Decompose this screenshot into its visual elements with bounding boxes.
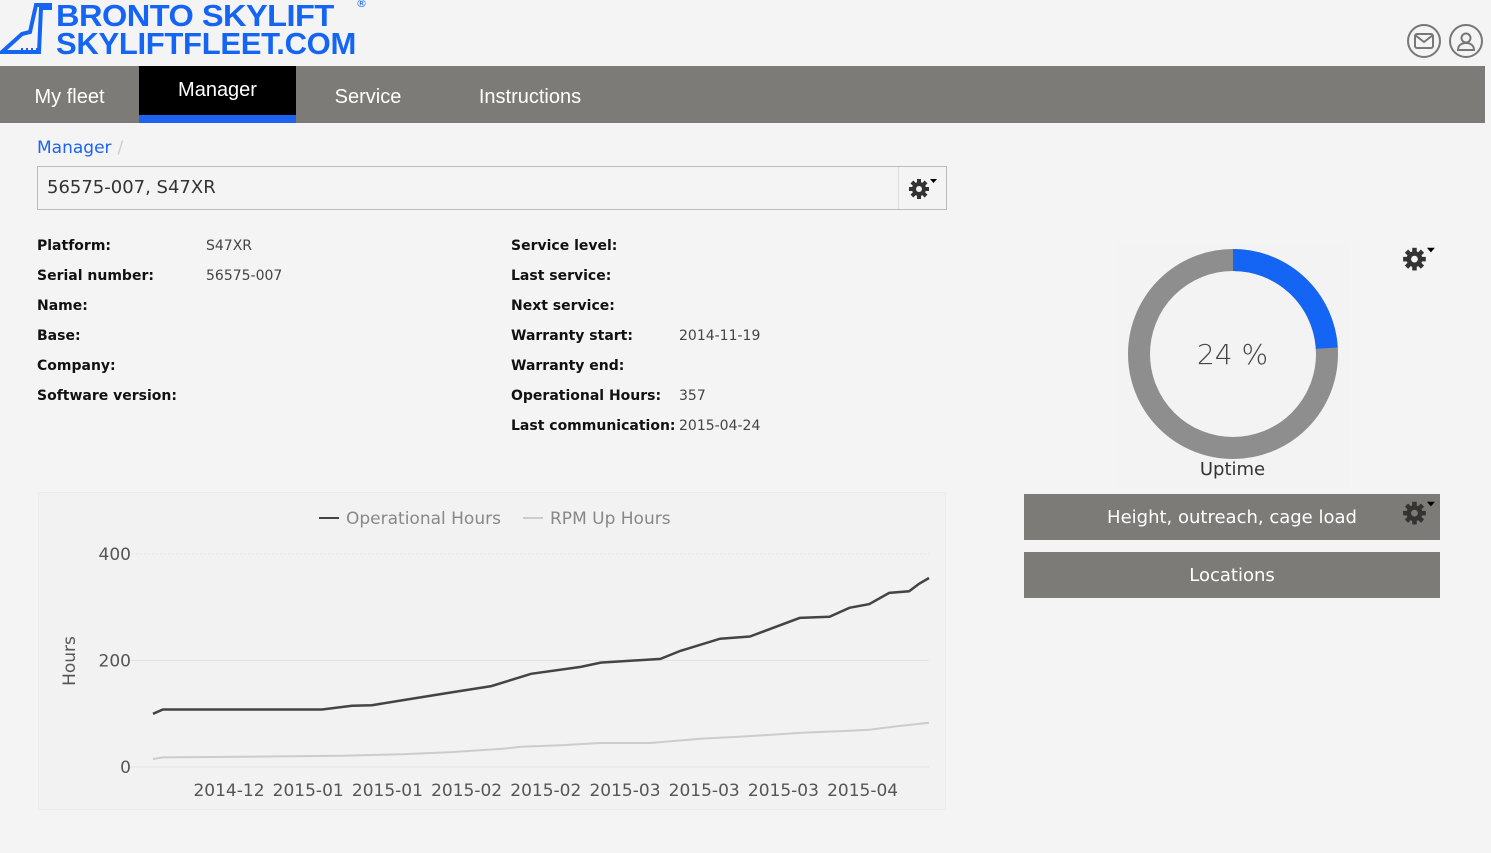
brand-domain: SKYLIFTFLEET.COM [56, 26, 357, 61]
x-tick-label: 2015-01 [273, 781, 344, 801]
uptime-label: Uptime [1199, 459, 1266, 480]
series-line-operational-hours [152, 576, 930, 715]
detail-row: Name: [37, 298, 282, 328]
detail-row: Warranty end: [511, 358, 760, 388]
tab-service[interactable]: Service [296, 66, 440, 123]
detail-row: Company: [37, 358, 282, 388]
detail-row: Service level: [511, 238, 760, 268]
locations-button[interactable]: Locations [1024, 552, 1440, 598]
height-outreach-cage-load-button[interactable]: Height, outreach, cage load [1024, 494, 1440, 540]
uptime-widget: 24 % Uptime [1115, 243, 1350, 490]
breadcrumb-manager[interactable]: Manager [37, 138, 112, 158]
machine-selector[interactable]: 56575-007, S47XR [37, 166, 947, 210]
detail-label: Software version: [37, 388, 177, 404]
y-tick-label: 0 [120, 758, 131, 778]
tab-my-fleet[interactable]: My fleet [0, 66, 139, 123]
detail-row: Platform: S47XR [37, 238, 282, 268]
skylift-logo-icon [0, 3, 52, 54]
detail-label: Next service: [511, 298, 615, 314]
main-nav: My fleet Manager Service Instructions [0, 66, 1485, 123]
detail-label: Operational Hours: [511, 388, 662, 404]
hours-chart-svg: 0 200 400 2014-12 2015-01 2015-01 2015-02 2015-… [60, 509, 930, 801]
y-tick-label: 400 [99, 545, 131, 565]
locations-button-label: Locations [1189, 564, 1275, 586]
detail-label: Name: [37, 298, 88, 314]
gear-icon [908, 179, 937, 199]
detail-label: Last communication: [511, 418, 676, 434]
detail-value: 2014-11-19 [679, 328, 761, 344]
selector-settings-button[interactable] [898, 167, 946, 209]
detail-value: 2015-04-24 [679, 418, 761, 434]
detail-row: Serial number: 56575-007 [37, 268, 282, 298]
detail-label: Last service: [511, 268, 612, 284]
detail-row: Next service: [511, 298, 760, 328]
gear-icon [1403, 247, 1435, 271]
uptime-value: 24 % [1196, 338, 1269, 371]
hours-chart: 0 200 400 2014-12 2015-01 2015-01 2015-02 2015-… [38, 492, 946, 810]
y-tick-label: 200 [99, 652, 131, 672]
breadcrumb: Manager / [37, 138, 123, 158]
x-tick-label: 2015-03 [589, 781, 660, 801]
detail-label: Serial number: [37, 268, 154, 284]
x-tick-label: 2015-01 [352, 781, 423, 801]
user-icon[interactable] [1449, 24, 1483, 58]
detail-label: Company: [37, 358, 116, 374]
legend-label: Operational Hours [346, 509, 501, 529]
detail-value: S47XR [206, 238, 253, 254]
detail-value: 357 [679, 388, 706, 404]
detail-label: Service level: [511, 238, 618, 254]
mail-icon[interactable] [1407, 24, 1441, 58]
detail-row: Base: [37, 328, 282, 358]
brand-logo[interactable]: BRONTO SKYLIFT SKYLIFTFLEET.COM ® [0, 0, 370, 62]
x-tick-label: 2015-02 [431, 781, 502, 801]
machine-selector-value[interactable]: 56575-007, S47XR [38, 167, 898, 209]
detail-label: Platform: [37, 238, 111, 254]
series-line-rpm-up-hours [152, 721, 930, 760]
details-left: Platform: S47XR Serial number: 56575-007 Nam… [37, 238, 282, 418]
detail-value: 56575-007 [206, 268, 283, 284]
x-tick-label: 2015-03 [748, 781, 819, 801]
x-tick-label: 2015-02 [510, 781, 581, 801]
detail-row: Warranty start: 2014-11-19 [511, 328, 760, 358]
legend-label: RPM Up Hours [550, 509, 671, 529]
height-button-label: Height, outreach, cage load [1107, 506, 1357, 528]
detail-row: Operational Hours: 357 [511, 388, 760, 418]
detail-row: Last service: [511, 268, 760, 298]
x-tick-label: 2015-04 [827, 781, 898, 801]
y-axis-label: Hours [60, 636, 80, 686]
detail-row: Last communication: 2015-04-24 [511, 418, 760, 448]
uptime-settings-button[interactable] [1402, 244, 1436, 276]
detail-label: Warranty end: [511, 358, 625, 374]
tab-manager[interactable]: Manager [139, 66, 296, 123]
gear-icon[interactable] [1402, 498, 1436, 526]
detail-label: Base: [37, 328, 81, 344]
details-right: Service level: Last service: Next service:… [511, 238, 760, 448]
detail-label: Warranty start: [511, 328, 633, 344]
breadcrumb-separator: / [117, 138, 124, 158]
detail-row: Software version: [37, 388, 282, 418]
tab-instructions[interactable]: Instructions [440, 66, 620, 123]
x-tick-label: 2014-12 [193, 781, 264, 801]
registered-mark: ® [356, 0, 367, 10]
x-tick-label: 2015-03 [669, 781, 740, 801]
